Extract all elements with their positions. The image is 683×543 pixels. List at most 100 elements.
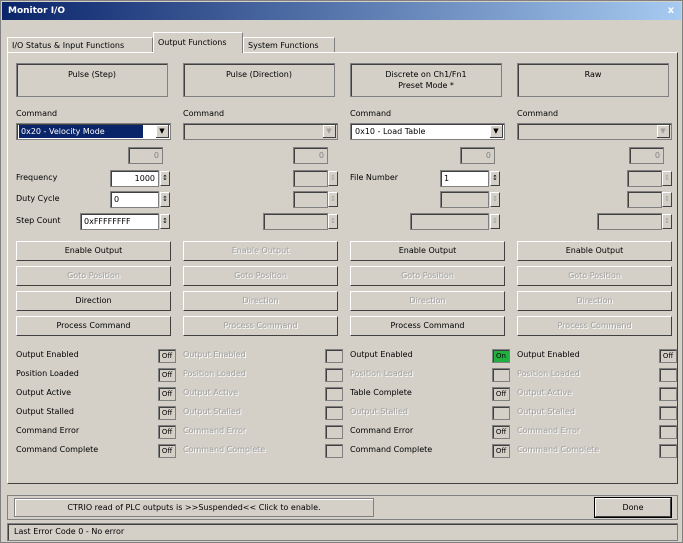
status-label-output-enabled: Output Enabled: [350, 350, 413, 359]
duty-cycle-label: Duty Cycle: [16, 194, 60, 203]
status-indicator-output-active: [659, 387, 677, 401]
disabled-field-2: [440, 191, 489, 208]
status-label-command-error: Command Error: [16, 426, 80, 435]
frequency-label: Frequency: [16, 173, 58, 182]
readout-field: 0: [293, 147, 328, 164]
process-command-button[interactable]: Process Command: [183, 316, 338, 336]
direction-button[interactable]: Direction: [183, 291, 338, 311]
tab-system-functions[interactable]: System Functions: [243, 37, 335, 52]
column-header: Discrete on Ch1/Fn1 Preset Mode *: [350, 63, 502, 97]
status-label-output-stalled: Output Stalled: [517, 407, 575, 416]
status-label-output-active: Output Active: [183, 388, 239, 397]
status-indicator-position-loaded: [659, 368, 677, 382]
step-count-label: Step Count: [16, 216, 61, 225]
status-label-position-loaded: Position Loaded: [16, 369, 79, 378]
command-select[interactable]: 0x20 - Velocity Mode ▼: [16, 123, 171, 140]
command-select[interactable]: 0x10 - Load Table ▼: [350, 123, 505, 140]
enable-output-button[interactable]: Enable Output: [183, 241, 338, 261]
status-indicator-table-complete: Off: [492, 387, 510, 401]
direction-button[interactable]: Direction: [16, 291, 171, 311]
tab-output-functions[interactable]: Output Functions: [153, 32, 243, 53]
status-label-command-error: Command Error: [350, 426, 414, 435]
frequency-spinner[interactable]: ↕: [160, 171, 170, 186]
disabled-spinner-1: ↕: [328, 171, 338, 186]
readout-field: 0: [629, 147, 664, 164]
status-label-position-loaded: Position Loaded: [183, 369, 246, 378]
readout-field: 0: [460, 147, 495, 164]
duty-cycle-spinner[interactable]: ↕: [160, 192, 170, 207]
window-title: Monitor I/O: [8, 6, 65, 16]
status-indicator-output-stalled: [492, 406, 510, 420]
process-command-button[interactable]: Process Command: [517, 316, 672, 336]
status-label-output-enabled: Output Enabled: [183, 350, 246, 359]
disabled-field-3: [597, 213, 662, 230]
disabled-spinner-2: ↕: [490, 192, 500, 207]
column-pulse-step: Pulse (Step) Command 0x20 - Velocity Mod…: [8, 53, 176, 483]
status-indicator-output-enabled: Off: [158, 349, 176, 363]
step-count-input[interactable]: 0xFFFFFFFF: [80, 213, 159, 230]
process-command-button[interactable]: Process Command: [350, 316, 505, 336]
frequency-input[interactable]: 1000: [110, 170, 159, 187]
goto-position-button[interactable]: Goto Position: [16, 266, 171, 286]
duty-cycle-input[interactable]: 0: [110, 191, 159, 208]
footer-bar: CTRIO read of PLC outputs is >>Suspended…: [7, 495, 678, 520]
direction-button[interactable]: Direction: [350, 291, 505, 311]
status-indicator-command-complete: [659, 444, 677, 458]
status-indicator-position-loaded: [325, 368, 343, 382]
enable-output-button[interactable]: Enable Output: [16, 241, 171, 261]
close-icon[interactable]: x: [664, 4, 678, 17]
done-button[interactable]: Done: [594, 497, 672, 518]
column-pulse-direction: Pulse (Direction) Command ▼ 0 ↕ ↕ ↕ Enab…: [175, 53, 343, 483]
status-label-command-complete: Command Complete: [517, 445, 600, 454]
goto-position-button[interactable]: Goto Position: [183, 266, 338, 286]
output-functions-panel: Pulse (Step) Command 0x20 - Velocity Mod…: [7, 52, 678, 484]
status-label-output-active: Output Active: [517, 388, 573, 397]
disabled-spinner-3: ↕: [662, 214, 672, 229]
disabled-spinner-1: ↕: [662, 171, 672, 186]
status-indicator-command-error: Off: [492, 425, 510, 439]
file-number-spinner[interactable]: ↕: [490, 171, 500, 186]
file-number-label: File Number: [350, 173, 399, 182]
status-indicator-command-complete: Off: [492, 444, 510, 458]
command-label: Command: [16, 109, 58, 118]
status-indicator-command-error: [659, 425, 677, 439]
tab-io-status[interactable]: I/O Status & Input Functions: [7, 37, 153, 52]
command-label: Command: [183, 109, 225, 118]
enable-output-button[interactable]: Enable Output: [350, 241, 505, 261]
status-label-command-complete: Command Complete: [16, 445, 99, 454]
chevron-down-icon[interactable]: ▼: [657, 125, 670, 138]
disabled-field-1: [627, 170, 662, 187]
goto-position-button[interactable]: Goto Position: [350, 266, 505, 286]
disabled-spinner-3: ↕: [490, 214, 500, 229]
status-indicator-output-enabled: [325, 349, 343, 363]
goto-position-button[interactable]: Goto Position: [517, 266, 672, 286]
process-command-button[interactable]: Process Command: [16, 316, 171, 336]
status-indicator-position-loaded: [492, 368, 510, 382]
status-label-command-complete: Command Complete: [183, 445, 266, 454]
monitor-io-window: Monitor I/O x I/O Status & Input Functio…: [0, 0, 683, 543]
column-header: Raw: [517, 63, 669, 97]
status-label-output-active: Output Active: [16, 388, 72, 397]
column-header: Pulse (Direction): [183, 63, 335, 97]
command-value: 0x10 - Load Table: [355, 127, 426, 136]
command-select[interactable]: ▼: [183, 123, 338, 140]
status-indicator-command-error: [325, 425, 343, 439]
step-count-spinner[interactable]: ↕: [160, 214, 170, 229]
chevron-down-icon[interactable]: ▼: [156, 125, 169, 138]
column-raw: Raw Command ▼ 0 ↕ ↕ ↕ Enable Output Goto…: [509, 53, 677, 483]
direction-button[interactable]: Direction: [517, 291, 672, 311]
file-number-input[interactable]: 1: [440, 170, 489, 187]
status-label-output-enabled: Output Enabled: [517, 350, 580, 359]
chevron-down-icon[interactable]: ▼: [490, 125, 503, 138]
last-error-status: Last Error Code 0 - No error: [7, 523, 678, 541]
status-label-table-complete: Table Complete: [350, 388, 412, 397]
status-label-position-loaded: Position Loaded: [350, 369, 413, 378]
status-indicator-output-stalled: [659, 406, 677, 420]
enable-output-button[interactable]: Enable Output: [517, 241, 672, 261]
chevron-down-icon[interactable]: ▼: [323, 125, 336, 138]
command-select[interactable]: ▼: [517, 123, 672, 140]
status-indicator-output-active: [325, 387, 343, 401]
command-value: 0x20 - Velocity Mode: [19, 125, 143, 138]
disabled-field-2: [293, 191, 328, 208]
enable-plc-read-button[interactable]: CTRIO read of PLC outputs is >>Suspended…: [14, 498, 374, 517]
